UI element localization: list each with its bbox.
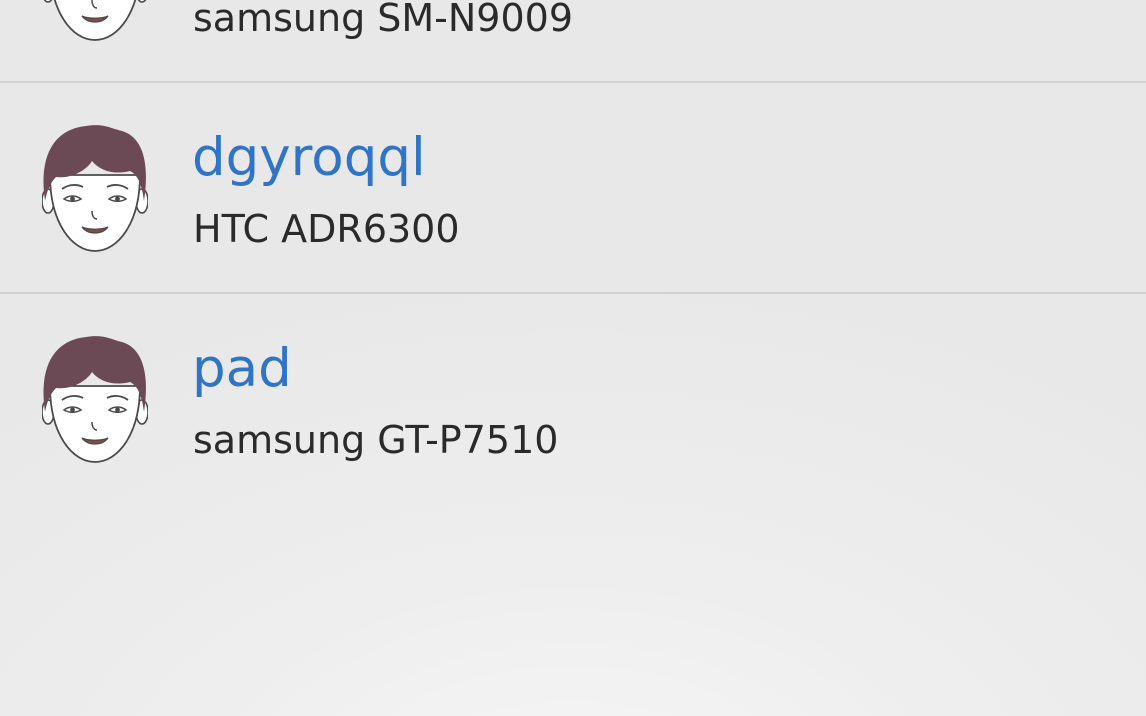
male-face-avatar-icon bbox=[42, 334, 148, 464]
device-row[interactable]: pad samsung GT-P7510 bbox=[0, 294, 1146, 505]
device-row[interactable]: dgyroqql HTC ADR6300 bbox=[0, 83, 1146, 294]
male-face-avatar-icon bbox=[42, 0, 148, 42]
device-name: pad bbox=[192, 338, 292, 399]
device-model: samsung SM-N9009 bbox=[193, 0, 574, 40]
male-face-avatar-icon bbox=[42, 123, 148, 253]
device-row[interactable]: samsung SM-N9009 bbox=[0, 0, 1146, 83]
device-model: HTC ADR6300 bbox=[193, 207, 460, 251]
device-model: samsung GT-P7510 bbox=[193, 418, 559, 462]
device-name: dgyroqql bbox=[192, 127, 426, 188]
device-list: samsung SM-N9009 dgyroqql HTC ADR6300 pa… bbox=[0, 0, 1146, 716]
